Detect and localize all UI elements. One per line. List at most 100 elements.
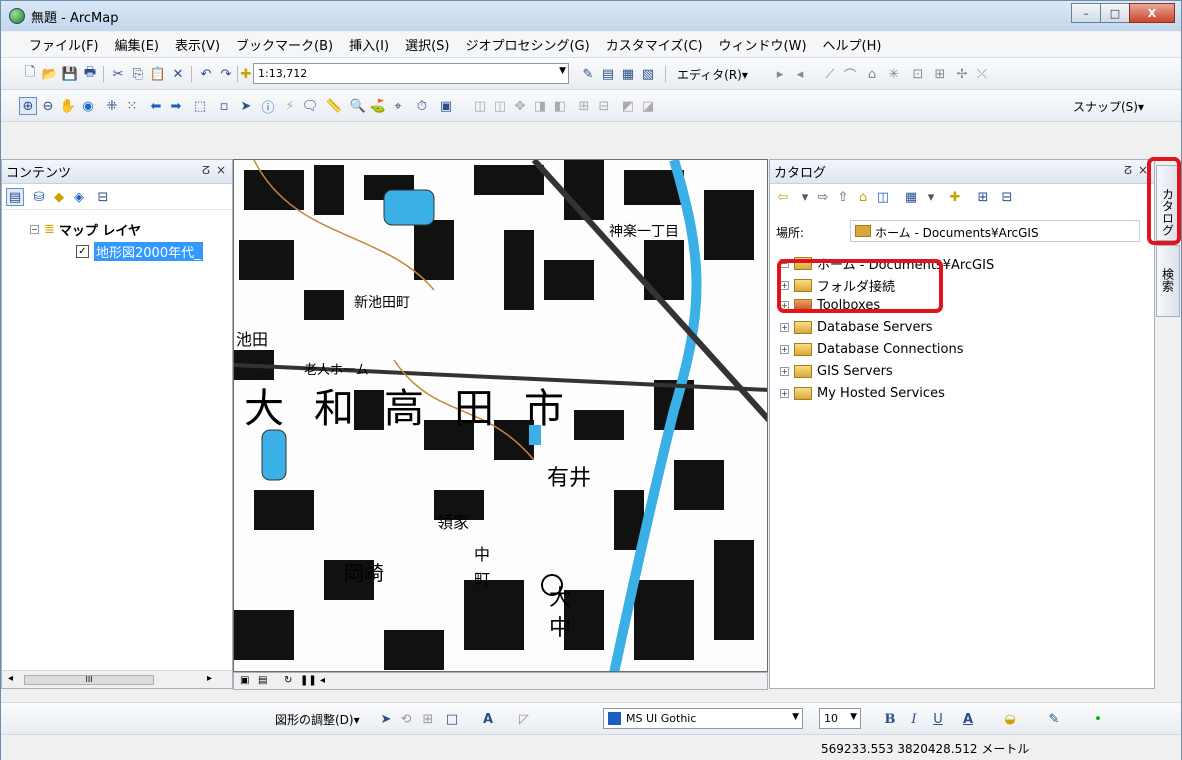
search-side-tab[interactable]: 検索 [1156,245,1180,317]
georef-5-icon[interactable]: ◧ [551,97,569,115]
attributes-icon[interactable]: ⤫ [973,65,991,83]
toc-window-icon[interactable]: ▤ [599,65,617,83]
find-icon[interactable]: 🔍 [349,97,367,115]
georef-8-icon[interactable]: ◩ [619,97,637,115]
toggle-tree-icon[interactable]: ⊞ [974,188,992,206]
menu-edit[interactable]: 編集(E) [115,35,159,54]
select-features-icon[interactable]: ⬚ [191,97,209,115]
menu-geoprocessing[interactable]: ジオプロセシング(G) [465,35,589,54]
georef-6-icon[interactable]: ⊞ [575,97,593,115]
menu-view[interactable]: 表示(V) [175,35,220,54]
measure-icon[interactable]: 📏 [325,97,343,115]
map-layers-node[interactable]: − ≣ マップ レイヤ [30,220,141,239]
identify-icon[interactable]: ⓘ [259,97,277,116]
zoom-to-elements-icon[interactable]: ⊞ [419,710,437,728]
font-size-combo[interactable]: 10 ▼ [819,708,861,729]
my-hosted-services-node[interactable]: + My Hosted Services [780,386,945,401]
menu-windows[interactable]: ウィンドウ(W) [719,35,807,54]
options-icon[interactable]: ⊟ [998,188,1016,206]
database-connections-node[interactable]: + Database Connections [780,342,964,357]
forward-icon[interactable]: ⇨ [814,188,832,206]
expand-icon[interactable]: + [780,389,789,398]
expand-icon[interactable]: + [780,345,789,354]
back-extent-icon[interactable]: ⬅ [147,97,165,115]
close-icon[interactable]: × [216,163,226,177]
menu-file[interactable]: ファイル(F) [29,35,99,54]
clear-selection-icon[interactable]: ▫ [215,97,233,115]
list-by-drawing-order-icon[interactable]: ▤ [6,188,24,206]
rectangle-icon[interactable]: □ [443,710,461,728]
edit-annotation-icon[interactable]: ◂ [791,65,809,83]
georef-1-icon[interactable]: ◫ [471,97,489,115]
layer-node[interactable]: ✓ 地形図2000年代_ [76,242,203,261]
list-by-selection-icon[interactable]: ◈ [70,188,88,206]
layer-visibility-checkbox[interactable]: ✓ [76,245,89,258]
font-name-combo[interactable]: MS UI Gothic ▼ [603,708,803,729]
hyperlink-icon[interactable]: ⚡ [281,97,299,115]
scroll-left-icon[interactable]: ◂ [320,675,325,686]
straight-segment-icon[interactable]: ⟋ [821,65,839,83]
gis-servers-node[interactable]: + GIS Servers [780,364,893,379]
map-view[interactable]: 大 和 高 田 市 新池田町 有井 岡崎 老人ホーム 神楽一丁目 池田 領家 中… [233,159,768,672]
layer-name[interactable]: 地形図2000年代_ [94,242,203,261]
menu-selection[interactable]: 選択(S) [405,35,449,54]
georef-4-icon[interactable]: ◨ [531,97,549,115]
paste-icon[interactable]: 📋 [149,65,167,83]
cut-icon[interactable]: ✂ [109,65,127,83]
list-by-visibility-icon[interactable]: ◆ [50,188,68,206]
back-dropdown-icon[interactable]: ▾ [796,188,814,206]
georef-3-icon[interactable]: ✥ [511,97,529,115]
expand-icon[interactable]: + [780,323,789,332]
find-route-icon[interactable]: ⛳ [369,97,387,115]
trace-icon[interactable]: ⌂ [863,65,881,83]
edit-tool-icon[interactable]: ▸ [771,65,789,83]
search-window-icon[interactable]: ▧ [639,65,657,83]
home-icon[interactable]: ⌂ [854,188,872,206]
rotate-icon[interactable]: ⟲ [397,710,415,728]
expand-icon[interactable]: + [780,367,789,376]
menu-insert[interactable]: 挿入(I) [349,35,389,54]
view-dropdown-icon[interactable]: ▾ [922,188,940,206]
open-icon[interactable]: 📂 [41,65,59,83]
layout-view-icon[interactable]: ▤ [258,675,267,686]
underline-icon[interactable]: U [929,710,947,728]
fixed-zoom-in-icon[interactable]: ⁜ [103,97,121,115]
bold-icon[interactable]: B [881,710,899,728]
select-elements-icon[interactable]: ➤ [377,710,395,728]
up-one-level-icon[interactable]: ⇧ [834,188,852,206]
menu-help[interactable]: ヘルプ(H) [823,35,882,54]
new-document-icon[interactable]: 🗋 [21,65,39,83]
catalog-window-icon[interactable]: ▦ [619,65,637,83]
marker-color-icon[interactable]: • [1089,710,1107,728]
georef-2-icon[interactable]: ◫ [491,97,509,115]
viewer-window-icon[interactable]: ▣ [437,97,455,115]
data-view-icon[interactable]: ▣ [240,675,249,686]
split-icon[interactable]: ⊞ [931,65,949,83]
zoom-out-icon[interactable]: ⊖ [39,97,57,115]
html-popup-icon[interactable]: 🗨 [301,97,319,115]
pause-drawing-icon[interactable]: ❚❚ [300,675,317,686]
point-icon[interactable]: ✳ [885,65,903,83]
georef-7-icon[interactable]: ⊟ [595,97,613,115]
save-icon[interactable]: 💾 [61,65,79,83]
connect-folder-icon[interactable]: ◫ [874,188,892,206]
list-by-source-icon[interactable]: ⛁ [30,188,48,206]
forward-extent-icon[interactable]: ➡ [167,97,185,115]
redo-icon[interactable]: ↷ [217,65,235,83]
print-icon[interactable]: 🖶 [81,65,99,83]
editor-toolbar-icon[interactable]: ✎ [579,65,597,83]
refresh-icon[interactable]: ↻ [284,675,292,686]
fill-color-icon[interactable]: ◒ [1001,710,1019,728]
pan-icon[interactable]: ✋ [59,97,77,115]
callout-icon[interactable]: ◸ [515,710,533,728]
delete-icon[interactable]: ✕ [169,65,187,83]
fixed-zoom-out-icon[interactable]: ⁙ [123,97,141,115]
full-extent-icon[interactable]: ◉ [79,97,97,115]
menu-bookmarks[interactable]: ブックマーク(B) [236,35,333,54]
go-to-xy-icon[interactable]: ⌖ [389,97,407,115]
map-scale-combo[interactable]: 1:13,712 ▼ [253,63,569,84]
zoom-in-icon[interactable]: ⊕ [19,97,37,115]
snapping-menu[interactable]: スナップ(S)▾ [1073,98,1144,115]
undo-icon[interactable]: ↶ [197,65,215,83]
line-color-icon[interactable]: ✎ [1045,710,1063,728]
